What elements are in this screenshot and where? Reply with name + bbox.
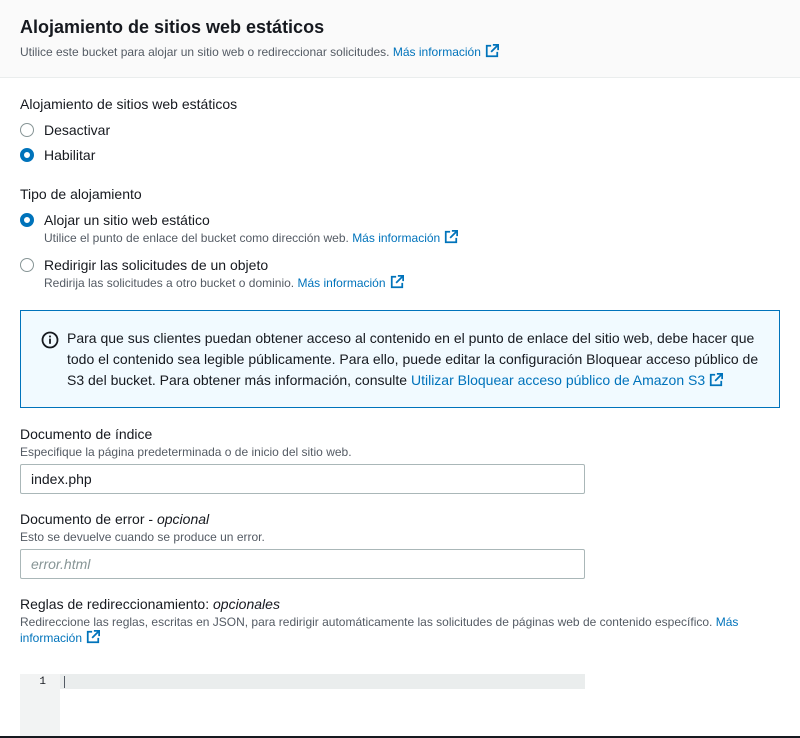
radio-redirect-circle[interactable] — [20, 258, 34, 272]
index-document-label: Documento de índice — [20, 426, 153, 442]
redirect-rules-label: Reglas de redireccionamiento: opcionales — [20, 596, 280, 612]
text-cursor — [64, 676, 65, 688]
editor-active-line[interactable] — [60, 674, 585, 689]
editor-gutter: 1 — [20, 674, 60, 738]
info-alert: Para que sus clientes puedan obtener acc… — [20, 310, 780, 408]
host-static-learn-more-link[interactable]: Más información — [352, 230, 459, 245]
radio-host-static-label: Alojar un sitio web estático — [44, 212, 210, 228]
error-document-optional: opcional — [156, 511, 210, 527]
section-description: Utilice este bucket para alojar un sitio… — [20, 44, 499, 59]
redirect-learn-more-link[interactable]: Más información — [297, 275, 404, 290]
radio-host-static-circle[interactable] — [20, 213, 34, 227]
radio-redirect-label: Redirigir las solicitudes de un objeto — [44, 257, 269, 273]
redirect-rules-description: Redireccione las reglas, escritas en JSO… — [20, 615, 739, 629]
radio-disable-label: Desactivar — [44, 122, 111, 138]
radio-host-static[interactable]: Alojar un sitio web estático — [20, 211, 210, 229]
radio-redirect[interactable]: Redirigir las solicitudes de un objeto — [20, 256, 268, 274]
hosting-label: Alojamiento de sitios web estáticos — [20, 96, 238, 112]
info-alert-text: Para que sus clientes puedan obtener acc… — [67, 330, 759, 388]
info-icon — [41, 331, 59, 349]
radio-enable-circle[interactable] — [20, 148, 34, 162]
hosting-type-label: Tipo de alojamiento — [20, 186, 142, 202]
block-public-access-link[interactable]: Utilizar Bloquear acceso público de Amaz… — [411, 372, 724, 388]
redirect-rules-learn-more-link-part1[interactable]: Más — [716, 615, 739, 629]
error-document-label: Documento de error - opcional — [20, 511, 210, 527]
error-document-input[interactable] — [20, 549, 585, 579]
radio-disable-circle[interactable] — [20, 123, 34, 137]
external-link-icon — [445, 230, 459, 244]
error-document-description: Esto se devuelve cuando se produce un er… — [20, 530, 265, 544]
radio-enable[interactable]: Habilitar — [20, 146, 95, 164]
redirect-rules-optional: opcionales — [213, 596, 280, 612]
radio-enable-label: Habilitar — [44, 147, 96, 163]
header-learn-more-link[interactable]: Más información — [393, 44, 499, 59]
section-description-text: Utilice este bucket para alojar un sitio… — [20, 45, 390, 59]
line-number: 1 — [39, 676, 46, 688]
radio-disable[interactable]: Desactivar — [20, 121, 110, 139]
redirect-rules-learn-more-link[interactable]: información — [20, 630, 101, 645]
radio-host-static-description: Utilice el punto de enlace del bucket co… — [44, 230, 459, 245]
external-link-icon — [86, 630, 101, 644]
external-link-icon — [710, 373, 724, 387]
section-title: Alojamiento de sitios web estáticos — [20, 17, 325, 37]
external-link-icon — [390, 275, 404, 289]
index-document-description: Especifique la página predeterminada o d… — [20, 445, 352, 459]
redirect-rules-editor[interactable]: 1 — [20, 674, 585, 738]
redirect-rules-description-line2: información — [20, 630, 101, 645]
external-link-icon — [485, 44, 499, 58]
index-document-input[interactable] — [20, 464, 585, 494]
radio-redirect-description: Redirija las solicitudes a otro bucket o… — [44, 275, 404, 290]
section-header: Alojamiento de sitios web estáticos Util… — [0, 0, 800, 78]
